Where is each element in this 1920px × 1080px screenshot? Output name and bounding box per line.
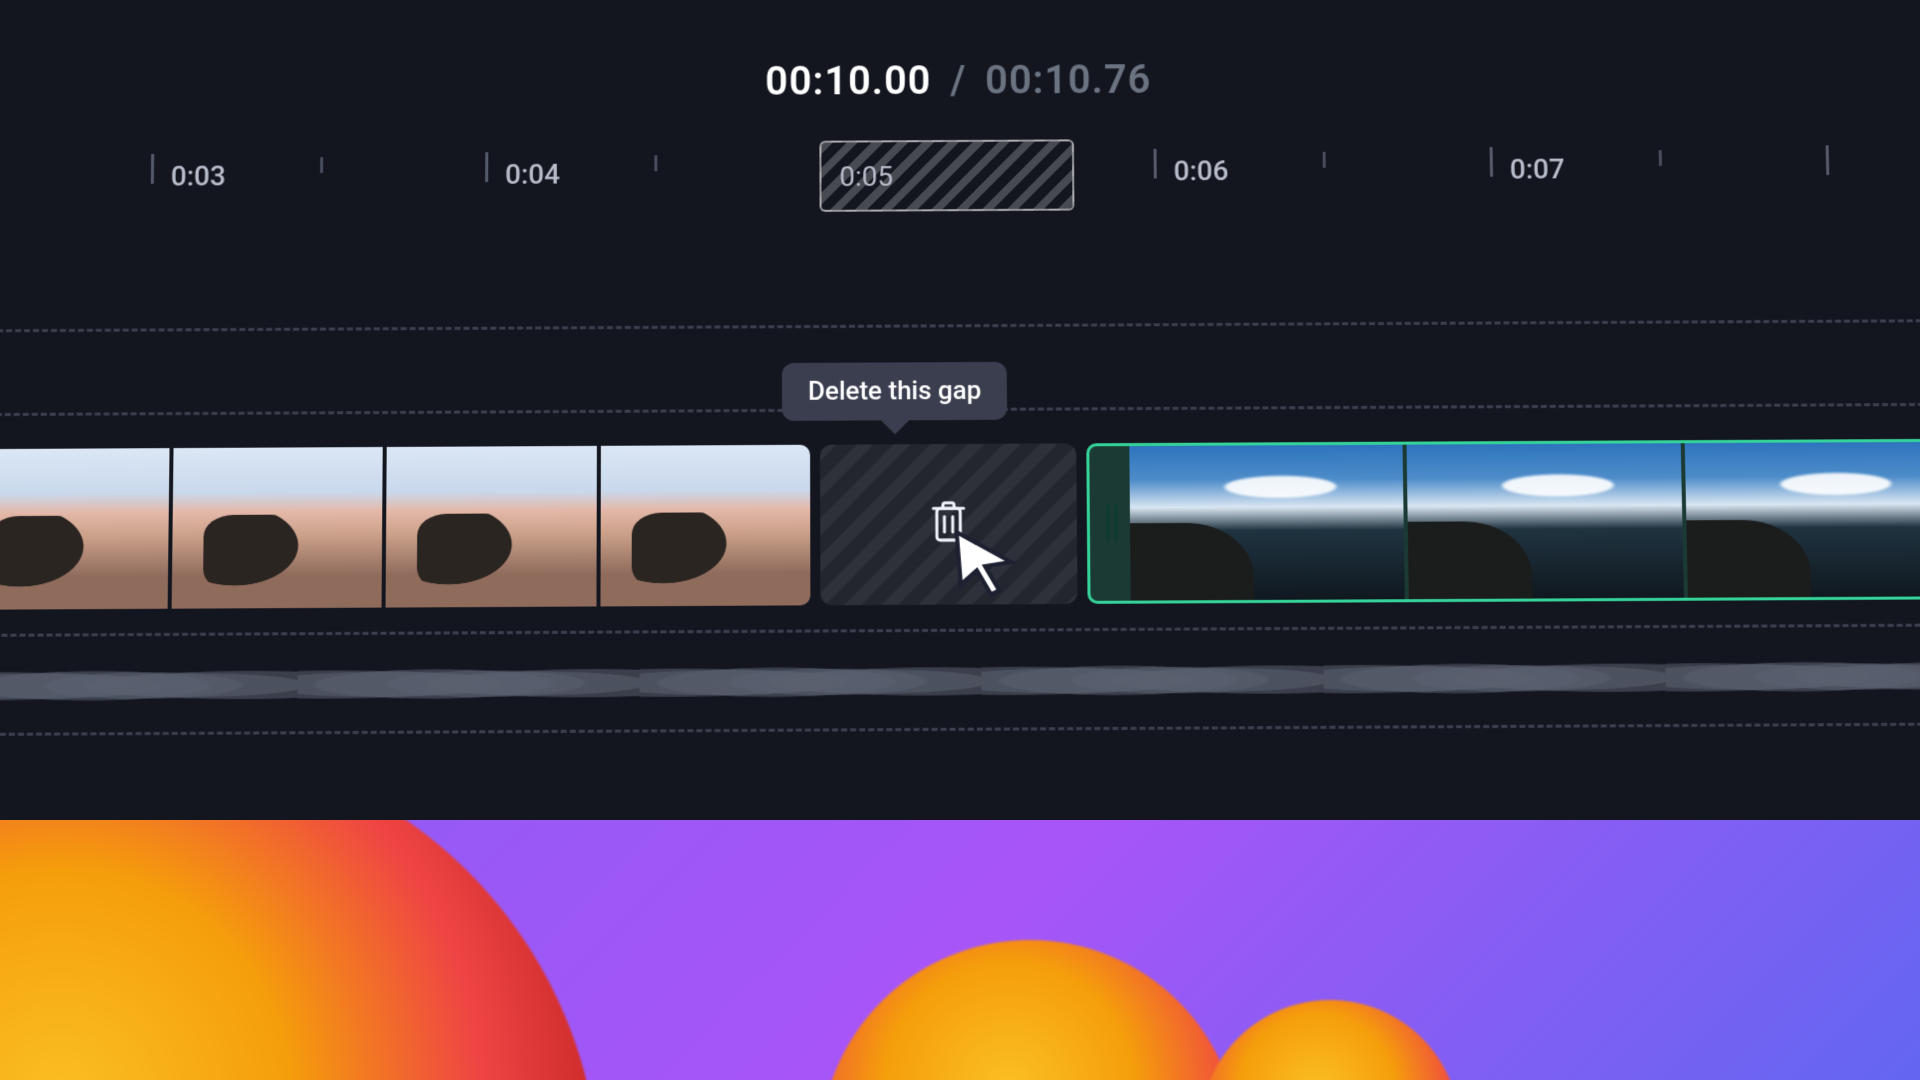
time-separator: / [950, 57, 966, 103]
decorative-blob [1200, 1000, 1460, 1080]
timeline-gap[interactable] [820, 443, 1077, 605]
tooltip-delete-gap: Delete this gap [782, 362, 1008, 421]
clip-thumbnail [1684, 442, 1920, 598]
selection-start-label: 0:05 [839, 160, 893, 193]
drag-handle-icon[interactable] [1095, 446, 1128, 601]
track-lane-guide [0, 319, 1920, 332]
pointer-cursor-icon [951, 528, 1022, 599]
total-time: 00:10.76 [985, 56, 1152, 103]
clip-thumbnail [171, 447, 383, 609]
video-clip-selected[interactable] [1086, 439, 1920, 604]
video-clip[interactable] [0, 445, 810, 610]
selection-range[interactable]: 0:05 [819, 139, 1074, 211]
timeline-ruler[interactable]: 0:03 0:04 0:05 0:06 0:07 [0, 135, 1920, 224]
ruler-label: 0:04 [505, 158, 560, 191]
tooltip-text: Delete this gap [808, 376, 981, 407]
clip-thumbnail [0, 448, 169, 610]
video-editor-timeline-panel: 00:10.00 / 00:10.76 0:03 0:04 0:05 0:06 [0, 0, 1920, 820]
current-time: 00:10.00 [765, 57, 931, 104]
timecode-display: 00:10.00 / 00:10.76 [0, 52, 1920, 109]
hero-gradient-band [0, 820, 1920, 1080]
ruler-label: 0:07 [1510, 153, 1565, 186]
decorative-blob [0, 820, 600, 1080]
track-lane-guide [0, 722, 1920, 736]
ruler-label: 0:06 [1173, 154, 1228, 187]
ruler-label: 0:03 [171, 160, 226, 193]
clip-thumbnail [1407, 443, 1684, 599]
decorative-blob [820, 940, 1240, 1080]
audio-waveform[interactable] [0, 651, 1920, 712]
clip-thumbnail [1129, 445, 1405, 601]
clip-thumbnail [600, 445, 810, 607]
clip-thumbnail [386, 446, 597, 608]
track-lane-guide [0, 623, 1920, 637]
